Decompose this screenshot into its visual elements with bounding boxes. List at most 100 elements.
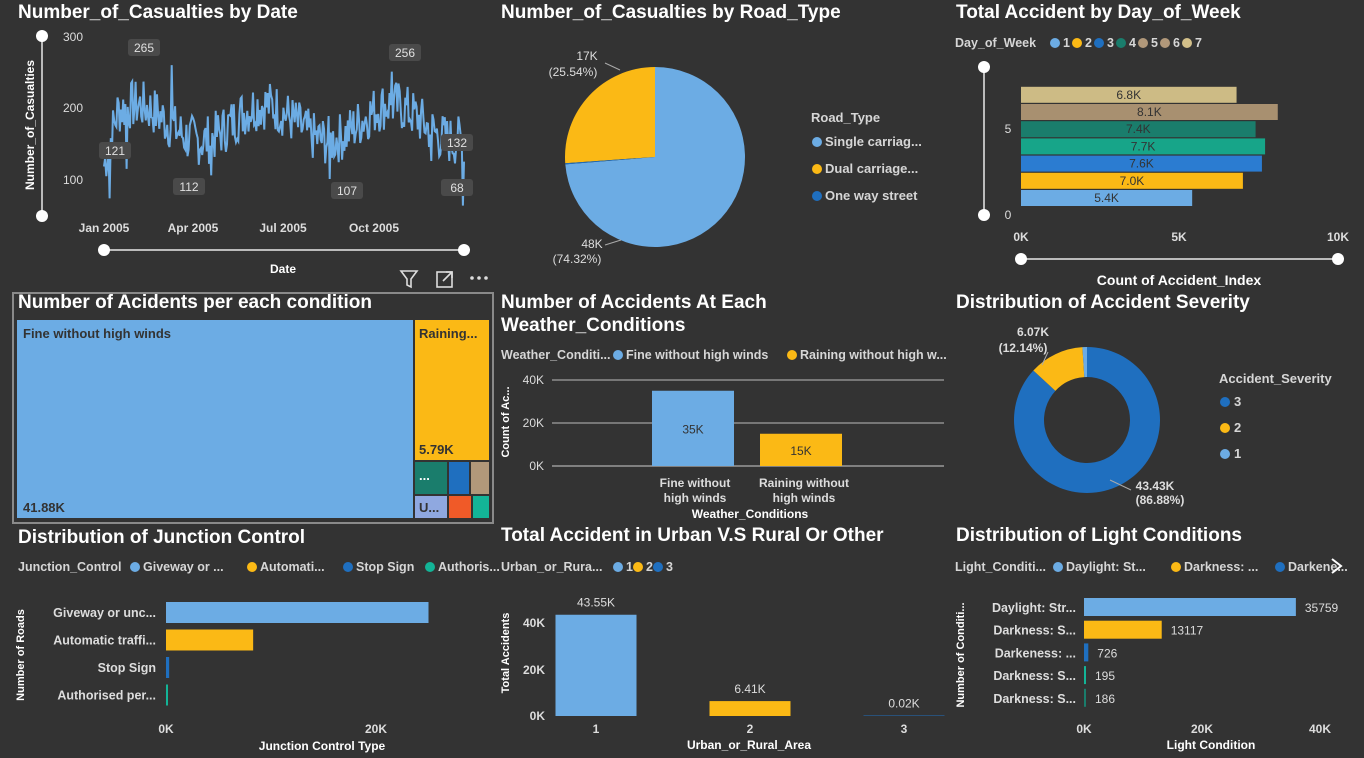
treemap-cell-other-4-label: U... [419, 500, 440, 515]
dow-legend-swatch [1116, 38, 1126, 48]
light-x-axis-title: Light Condition [1167, 738, 1256, 752]
light-bar[interactable] [1084, 620, 1162, 639]
dow-y-tick: 0 [1005, 208, 1012, 222]
line-data-label: 68 [450, 181, 464, 195]
y-range-slider-handle-bottom[interactable] [36, 210, 48, 222]
road-type-legend-swatch [812, 137, 822, 147]
junction-legend-item[interactable]: Giveway or ... [143, 560, 224, 574]
treemap-cell-other-4[interactable]: U... [414, 495, 448, 519]
treemap-cell-other-5[interactable] [448, 495, 472, 519]
road-type-visual[interactable]: Number_of_Casualties by Road_Type 17K (2… [495, 0, 945, 285]
light-visual[interactable]: Distribution of Light Conditions Light_C… [950, 525, 1360, 758]
more-options-icon[interactable] [470, 276, 488, 280]
dow-bar-label: 7.7K [1131, 139, 1156, 153]
urban-rural-y-tick: 0K [530, 709, 546, 723]
treemap-cell-other-3[interactable] [470, 461, 490, 495]
severity-legend-item[interactable]: 1 [1234, 446, 1241, 461]
treemap-cell-other-1[interactable]: ... [414, 461, 448, 495]
weather-legend-swatch [613, 350, 623, 360]
day-of-week-visual[interactable]: Total Accident by Day_of_Week Day_of_Wee… [950, 0, 1360, 290]
y-range-slider-handle-top[interactable] [36, 30, 48, 42]
urban-rural-legend-item[interactable]: 3 [666, 560, 673, 574]
junction-legend-title: Junction_Control [18, 560, 121, 574]
urban-rural-visual[interactable]: Total Accident in Urban V.S Rural Or Oth… [495, 525, 950, 758]
weather-x-tick: Raining without [759, 476, 849, 490]
treemap-cell-other-2[interactable] [448, 461, 470, 495]
dow-legend-swatch [1072, 38, 1082, 48]
dow-y-slider-bottom[interactable] [978, 209, 990, 221]
light-legend-item[interactable]: Darkness: ... [1184, 560, 1258, 574]
treemap-cell-other-6[interactable] [472, 495, 490, 519]
casualties-line[interactable] [103, 65, 465, 206]
weather-x-tick: high winds [773, 491, 836, 505]
light-bar[interactable] [1084, 666, 1086, 685]
urban-rural-legend-item[interactable]: 2 [646, 560, 653, 574]
weather-legend-item[interactable]: Raining without high w... [800, 348, 947, 362]
road-type-legend-item[interactable]: Single carriag... [825, 134, 922, 149]
severity-legend-item[interactable]: 2 [1234, 420, 1241, 435]
junction-legend-swatch [425, 562, 435, 572]
weather-y-tick: 40K [523, 373, 544, 387]
dow-legend-item[interactable]: 1 [1063, 36, 1070, 50]
dow-legend-item[interactable]: 4 [1129, 36, 1136, 50]
dow-legend-item[interactable]: 5 [1151, 36, 1158, 50]
light-legend-swatch [1171, 562, 1181, 572]
junction-bar[interactable] [166, 684, 168, 706]
dow-x-tick: 0K [1013, 230, 1029, 244]
line-data-label: 265 [134, 41, 154, 55]
junction-legend-item[interactable]: Stop Sign [356, 560, 414, 574]
treemap-cell-other-1-label: ... [419, 468, 430, 483]
urban-rural-bar[interactable] [709, 701, 791, 716]
light-bar[interactable] [1084, 688, 1086, 707]
light-legend-swatch [1053, 562, 1063, 572]
road-type-legend-item[interactable]: One way street [825, 188, 918, 203]
dow-x-slider-right[interactable] [1332, 253, 1344, 265]
pie-slice[interactable] [565, 67, 655, 164]
dow-legend-item[interactable]: 2 [1085, 36, 1092, 50]
severity-legend-item[interactable]: 3 [1234, 394, 1241, 409]
urban-rural-legend-item[interactable]: 1 [626, 560, 633, 574]
junction-bar[interactable] [166, 629, 254, 651]
junction-bar[interactable] [166, 657, 170, 678]
light-bar-label: 195 [1095, 669, 1115, 683]
pie-small-value: 17K [576, 49, 597, 63]
dow-bar-label: 5.4K [1094, 191, 1119, 205]
light-x-tick: 20K [1191, 722, 1213, 736]
junction-bar[interactable] [166, 602, 429, 623]
weather-x-tick: Fine without [660, 476, 731, 490]
line-data-label: 132 [447, 136, 467, 150]
dow-legend-item[interactable]: 3 [1107, 36, 1114, 50]
x-range-slider-handle-left[interactable] [98, 244, 110, 256]
urban-rural-x-axis-title: Urban_or_Rural_Area [687, 738, 811, 752]
donut-small-pct: (12.14%) [999, 341, 1048, 355]
severity-visual[interactable]: Distribution of Accident Severity 6.07K … [950, 290, 1360, 525]
treemap-cell-raining[interactable]: Raining... 5.79K [414, 319, 490, 461]
dow-x-slider-left[interactable] [1015, 253, 1027, 265]
urban-rural-bar[interactable] [555, 614, 637, 716]
filter-icon[interactable] [399, 270, 419, 289]
dow-legend-item[interactable]: 6 [1173, 36, 1180, 50]
weather-visual[interactable]: Number of Accidents At Each Weather_Cond… [495, 290, 950, 525]
casualties-by-date-visual[interactable]: Number_of_Casualties by Date Number_of_C… [12, 0, 482, 285]
weather-legend-item[interactable]: Fine without high winds [626, 348, 768, 362]
light-category-label: Darkness: S... [993, 624, 1076, 638]
line-x-tick: Oct 2005 [349, 221, 399, 235]
focus-mode-icon[interactable] [436, 271, 453, 288]
junction-visual[interactable]: Distribution of Junction Control Junctio… [12, 525, 500, 758]
light-bar[interactable] [1084, 643, 1089, 662]
light-legend-item[interactable]: Daylight: St... [1066, 560, 1146, 574]
weather-x-axis-title: Weather_Conditions [692, 507, 809, 521]
dow-legend-title: Day_of_Week [955, 36, 1036, 50]
junction-legend-item[interactable]: Automati... [260, 560, 325, 574]
dow-y-slider-top[interactable] [978, 61, 990, 73]
urban-rural-bar[interactable] [863, 715, 945, 717]
dow-legend-item[interactable]: 7 [1195, 36, 1202, 50]
visual-header-toolbar [396, 266, 496, 292]
junction-legend-item[interactable]: Authoris... [438, 560, 500, 574]
treemap-cell-fine[interactable]: Fine without high winds 41.88K [16, 319, 414, 519]
x-range-slider-handle-right[interactable] [458, 244, 470, 256]
road-type-legend-item[interactable]: Dual carriage... [825, 161, 918, 176]
junction-category-label: Authorised per... [57, 689, 156, 703]
conditions-treemap-visual[interactable]: Number of Acidents per each condition Fi… [12, 292, 494, 524]
light-bar[interactable] [1084, 598, 1296, 616]
